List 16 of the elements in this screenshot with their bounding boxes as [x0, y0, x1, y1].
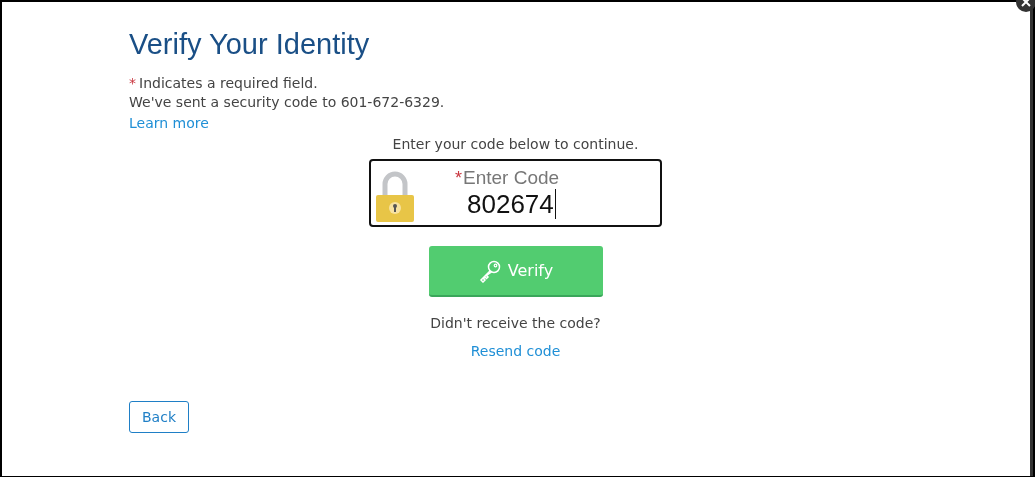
- sent-message: We've sent a security code to 601-672-6329.: [129, 94, 445, 110]
- code-field[interactable]: *Enter Code 802674: [369, 159, 662, 227]
- resend-code-link[interactable]: Resend code: [470, 343, 561, 359]
- field-label: Enter Code: [463, 167, 560, 189]
- back-button[interactable]: Back: [129, 401, 189, 433]
- required-marker: *: [129, 75, 136, 91]
- resend-prompt: Didn't receive the code?: [430, 315, 601, 331]
- key-icon: [477, 258, 502, 283]
- page-title: Verify Your Identity: [129, 28, 370, 61]
- learn-more-link[interactable]: Learn more: [129, 115, 209, 131]
- code-value: 802674: [467, 189, 556, 219]
- padlock-icon: [375, 171, 415, 223]
- verify-button[interactable]: Verify: [428, 246, 603, 297]
- instruction-text: Enter your code below to continue.: [392, 136, 639, 152]
- required-marker: *: [455, 168, 462, 189]
- required-note: Indicates a required field.: [139, 75, 318, 91]
